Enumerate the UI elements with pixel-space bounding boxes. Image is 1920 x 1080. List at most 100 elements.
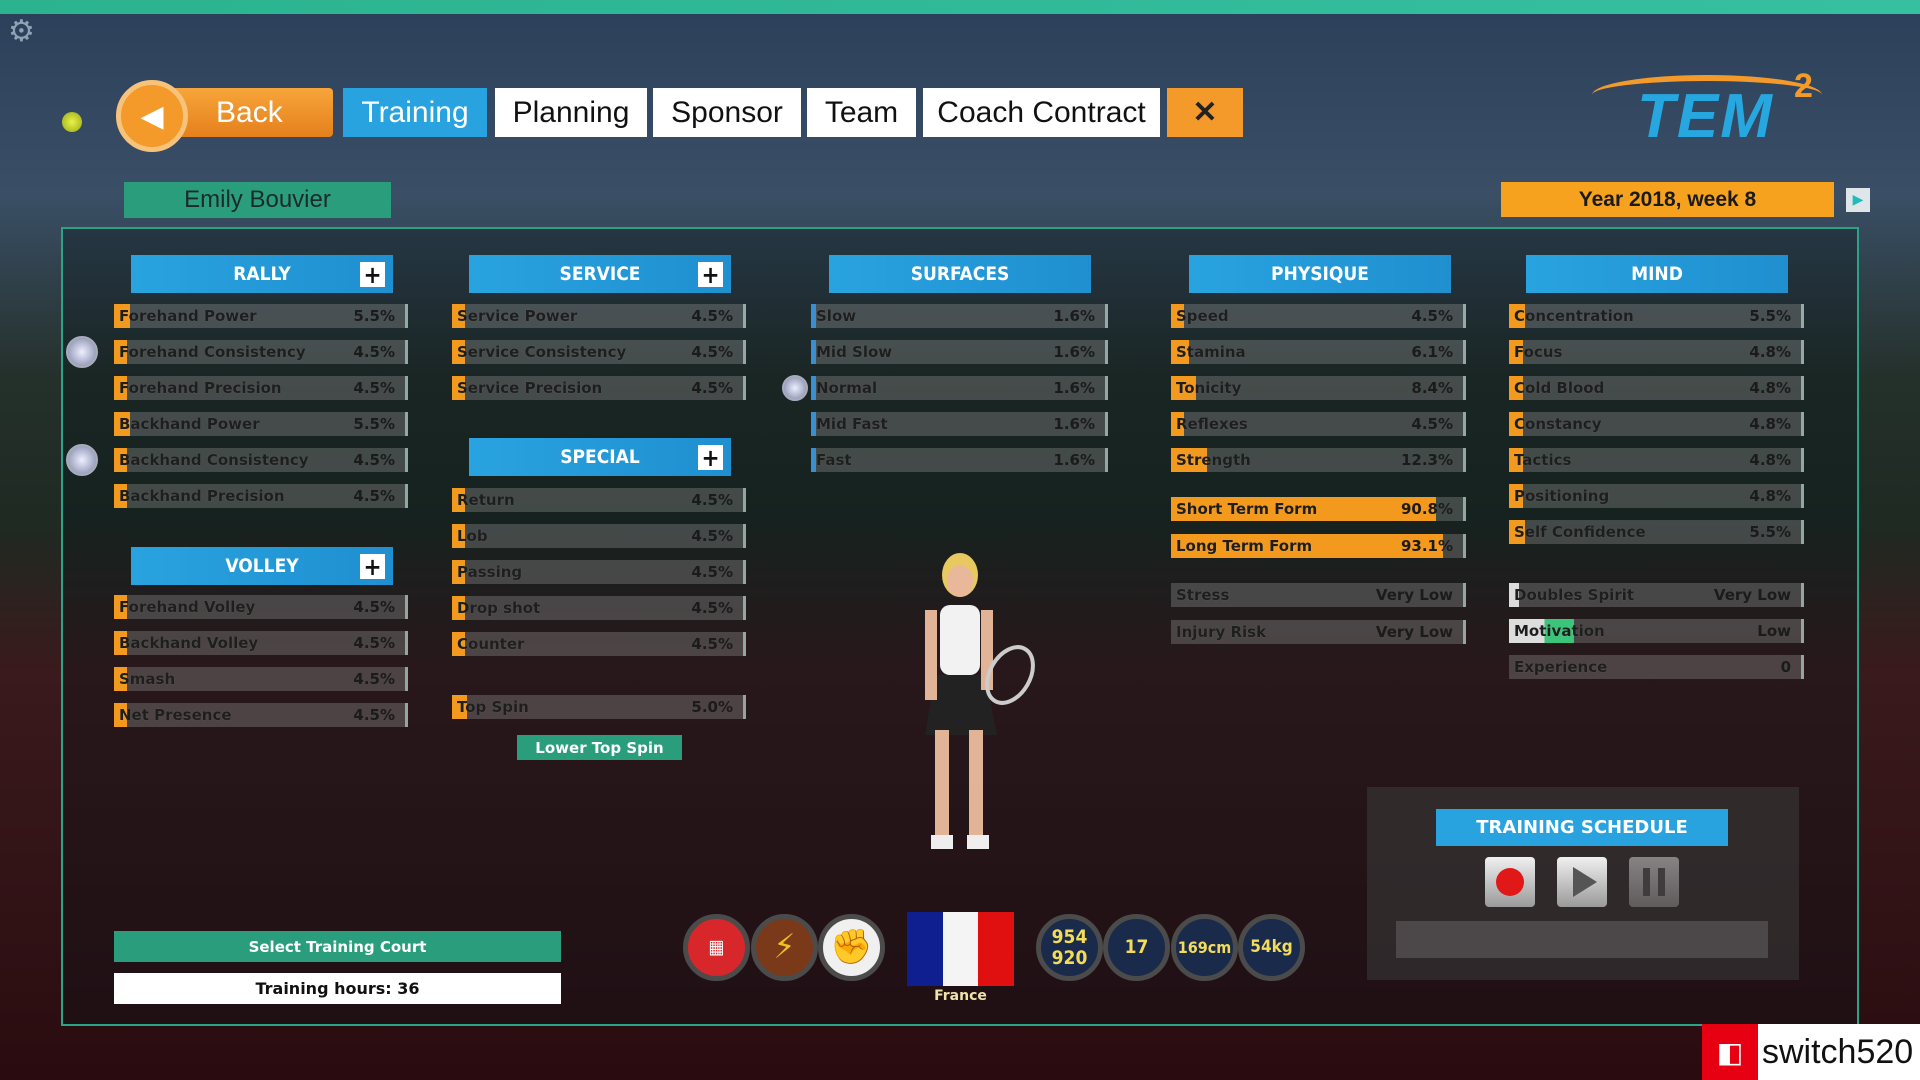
volley-row-smash[interactable]: Smash 4.5%: [114, 667, 408, 691]
mind-row-concentration[interactable]: Concentration 5.5%: [1509, 304, 1804, 328]
rally-row-backhand-power[interactable]: Backhand Power 5.5%: [114, 412, 408, 436]
special-row-return[interactable]: Return 4.5%: [452, 488, 746, 512]
mental-row-doubles-spirit[interactable]: Doubles Spirit Very Low: [1509, 583, 1804, 607]
attribute-label: Self Confidence: [1514, 523, 1646, 541]
mind-row-tactics[interactable]: Tactics 4.8%: [1509, 448, 1804, 472]
attribute-value: 4.5%: [353, 343, 395, 361]
tab-team[interactable]: Team: [807, 88, 916, 137]
attribute-value: 1.6%: [1053, 415, 1095, 433]
physique-row-reflexes[interactable]: Reflexes 4.5%: [1171, 412, 1466, 436]
tab-sponsor[interactable]: Sponsor: [653, 88, 801, 137]
service-row-service-power[interactable]: Service Power 4.5%: [452, 304, 746, 328]
surfaces-row-mid-fast[interactable]: Mid Fast 1.6%: [811, 412, 1108, 436]
back-button[interactable]: Back ◀: [116, 80, 333, 152]
attribute-label: Injury Risk: [1176, 623, 1267, 641]
physique-row-strength[interactable]: Strength 12.3%: [1171, 448, 1466, 472]
service-row-service-precision[interactable]: Service Precision 4.5%: [452, 376, 746, 400]
settings-gear-icon[interactable]: ⚙: [8, 14, 35, 49]
player-name: Emily Bouvier: [124, 182, 391, 218]
next-week-button[interactable]: ▶: [1846, 188, 1870, 212]
surfaces-header: SURFACES: [829, 255, 1091, 293]
court-type-icon[interactable]: ▦: [683, 914, 750, 981]
attribute-label: Return: [457, 491, 515, 509]
select-training-court-button[interactable]: Select Training Court: [114, 931, 561, 962]
lower-top-spin-button[interactable]: Lower Top Spin: [517, 735, 682, 760]
form-row-short-term-form[interactable]: Short Term Form 90.8%: [1171, 497, 1466, 521]
condition-row-stress[interactable]: Stress Very Low: [1171, 583, 1466, 607]
fist-icon[interactable]: ✊: [818, 914, 885, 981]
weight-stat: 54kg: [1238, 914, 1305, 981]
topspin-row-top-spin[interactable]: Top Spin 5.0%: [452, 695, 746, 719]
attribute-value: 4.5%: [691, 527, 733, 545]
mind-row-cold-blood[interactable]: Cold Blood 4.8%: [1509, 376, 1804, 400]
lightning-icon[interactable]: ⚡: [751, 914, 818, 981]
surface-marker-icon[interactable]: [782, 375, 808, 401]
pause-button[interactable]: [1629, 857, 1679, 907]
rally-row-forehand-power[interactable]: Forehand Power 5.5%: [114, 304, 408, 328]
mental-row-experience[interactable]: Experience 0: [1509, 655, 1804, 679]
volley-row-backhand-volley[interactable]: Backhand Volley 4.5%: [114, 631, 408, 655]
attribute-label: Mid Slow: [816, 343, 893, 361]
service-expand-plus-icon[interactable]: +: [698, 262, 723, 287]
condition-row-injury-risk[interactable]: Injury Risk Very Low: [1171, 620, 1466, 644]
attribute-label: Mid Fast: [816, 415, 888, 433]
surfaces-row-slow[interactable]: Slow 1.6%: [811, 304, 1108, 328]
mind-row-self-confidence[interactable]: Self Confidence 5.5%: [1509, 520, 1804, 544]
surfaces-row-mid-slow[interactable]: Mid Slow 1.6%: [811, 340, 1108, 364]
rally-expand-plus-icon[interactable]: +: [360, 262, 385, 287]
special-row-lob[interactable]: Lob 4.5%: [452, 524, 746, 548]
attribute-label: Forehand Power: [119, 307, 257, 325]
physique-row-speed[interactable]: Speed 4.5%: [1171, 304, 1466, 328]
rally-title: RALLY: [233, 263, 291, 285]
mind-row-constancy[interactable]: Constancy 4.8%: [1509, 412, 1804, 436]
physique-row-tonicity[interactable]: Tonicity 8.4%: [1171, 376, 1466, 400]
special-row-passing[interactable]: Passing 4.5%: [452, 560, 746, 584]
rally-row-backhand-precision[interactable]: Backhand Precision 4.5%: [114, 484, 408, 508]
mind-row-positioning[interactable]: Positioning 4.8%: [1509, 484, 1804, 508]
play-button[interactable]: [1557, 857, 1607, 907]
volley-row-net-presence[interactable]: Net Presence 4.5%: [114, 703, 408, 727]
close-button[interactable]: ✕: [1167, 88, 1243, 137]
mental-row-motivation[interactable]: Motivation Low: [1509, 619, 1804, 643]
attribute-value: 4.8%: [1749, 451, 1791, 469]
attribute-label: Motivation: [1514, 622, 1605, 640]
tab-planning[interactable]: Planning: [495, 88, 647, 137]
attribute-value: 4.5%: [353, 706, 395, 724]
attribute-label: Tonicity: [1176, 379, 1242, 397]
attribute-value: 4.8%: [1749, 343, 1791, 361]
service-row-service-consistency[interactable]: Service Consistency 4.5%: [452, 340, 746, 364]
attribute-label: Stress: [1176, 586, 1230, 604]
volley-row-forehand-volley[interactable]: Forehand Volley 4.5%: [114, 595, 408, 619]
surfaces-row-normal[interactable]: Normal 1.6%: [811, 376, 1108, 400]
physique-row-stamina[interactable]: Stamina 6.1%: [1171, 340, 1466, 364]
attribute-value: Low: [1757, 622, 1791, 640]
attribute-value: Very Low: [1375, 586, 1453, 604]
attribute-label: Strength: [1176, 451, 1251, 469]
volley-expand-plus-icon[interactable]: +: [360, 554, 385, 579]
rally-row-backhand-consistency[interactable]: Backhand Consistency 4.5%: [114, 448, 408, 472]
rally-row-forehand-precision[interactable]: Forehand Precision 4.5%: [114, 376, 408, 400]
surfaces-row-fast[interactable]: Fast 1.6%: [811, 448, 1108, 472]
tab-coach-contract[interactable]: Coach Contract: [923, 88, 1160, 137]
tab-training[interactable]: Training: [343, 88, 487, 137]
surfaces-title: SURFACES: [910, 263, 1010, 285]
rally-drill-icon[interactable]: [66, 444, 98, 476]
attribute-label: Lob: [457, 527, 488, 545]
special-row-counter[interactable]: Counter 4.5%: [452, 632, 746, 656]
special-row-drop-shot[interactable]: Drop shot 4.5%: [452, 596, 746, 620]
service-title: SERVICE: [559, 263, 641, 285]
attribute-value: 1.6%: [1053, 451, 1095, 469]
attribute-value: 4.5%: [353, 670, 395, 688]
special-expand-plus-icon[interactable]: +: [698, 445, 723, 470]
mind-header: MIND: [1526, 255, 1788, 293]
attribute-value: Very Low: [1713, 586, 1791, 604]
record-button[interactable]: [1485, 857, 1535, 907]
attribute-value: 1.6%: [1053, 343, 1095, 361]
form-row-long-term-form[interactable]: Long Term Form 93.1%: [1171, 534, 1466, 558]
rally-drill-icon[interactable]: [66, 336, 98, 368]
attribute-value: 93.1%: [1400, 537, 1453, 555]
mind-row-focus[interactable]: Focus 4.8%: [1509, 340, 1804, 364]
training-schedule-panel: TRAINING SCHEDULE: [1367, 787, 1799, 980]
tennis-ball-icon: [62, 112, 82, 132]
rally-row-forehand-consistency[interactable]: Forehand Consistency 4.5%: [114, 340, 408, 364]
